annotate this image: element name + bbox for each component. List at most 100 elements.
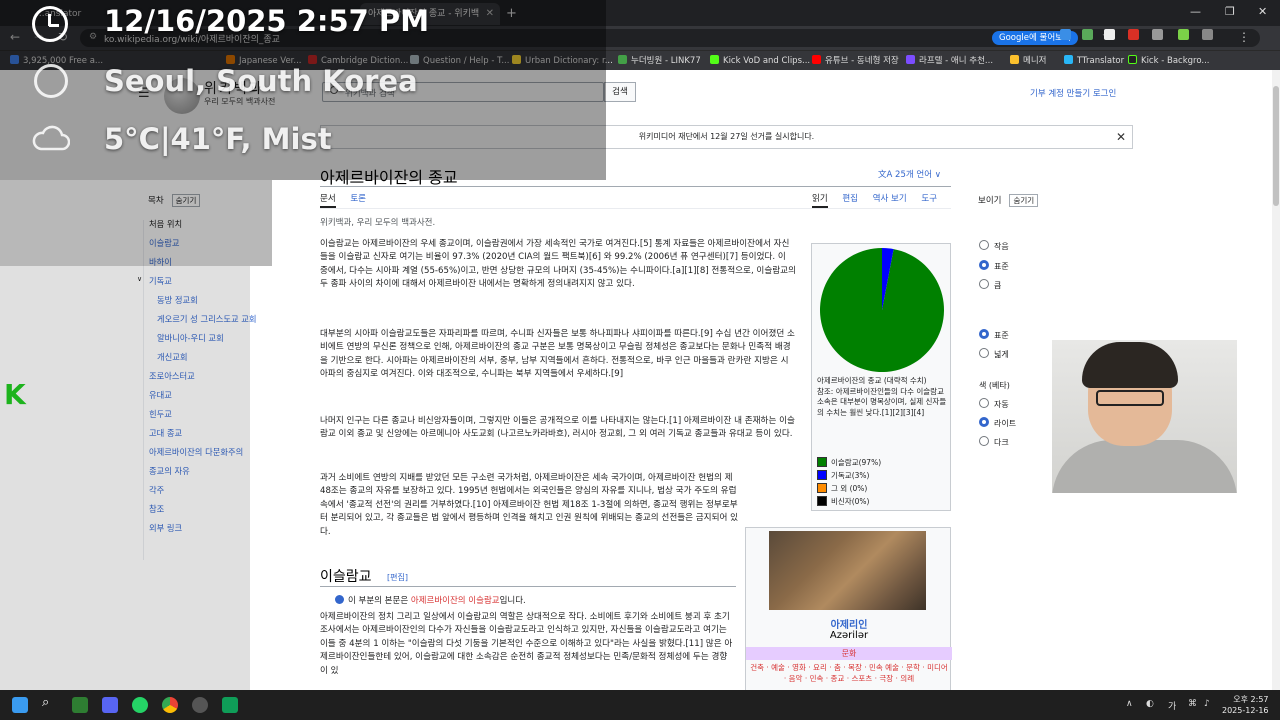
radio-label: 작음 (994, 242, 1009, 251)
minimize-icon[interactable]: — (1190, 5, 1201, 18)
bookmark-item[interactable]: TTranslator (1064, 54, 1124, 68)
infobox-links[interactable]: 건축 · 예술 · 영화 · 요리 · 춤 · 복장 · 민속 예술 · 문학 … (750, 662, 948, 684)
color-dark-radio[interactable] (979, 436, 989, 446)
tab-edit[interactable]: 편집 (842, 194, 858, 204)
legend-swatch (817, 457, 827, 467)
close-window-icon[interactable]: ✕ (1258, 5, 1267, 18)
extension-icon[interactable] (1060, 29, 1071, 40)
menu-icon[interactable]: ⋮ (1238, 30, 1250, 44)
religion-pie-chart (820, 248, 944, 372)
clock-icon (32, 6, 68, 42)
taskbar-clock[interactable]: 오후 2:57 2025-12-16 (1222, 694, 1269, 716)
overlay-location: Seoul, South Korea (104, 64, 418, 98)
infobox-subtitle: Azərilər (829, 630, 869, 641)
appearance-heading: 보이기 숨기기 (978, 194, 1039, 207)
bookmark-favicon-icon (906, 55, 915, 64)
bookmark-item[interactable]: 유튜브 - 동네형 저장 (812, 54, 899, 68)
appearance-hide-button[interactable]: 숨기기 (1009, 194, 1039, 207)
tab-talk[interactable]: 토론 (350, 194, 366, 204)
webcam-body (1052, 440, 1237, 493)
taskbar-date: 2025-12-16 (1222, 706, 1269, 715)
legend-swatch (817, 496, 827, 506)
bookmark-favicon-icon (812, 55, 821, 64)
chrome-icon[interactable] (162, 697, 178, 713)
globe-icon (34, 64, 68, 98)
hatnote-link[interactable]: 아제르바이잔의 이슬람교 (411, 596, 500, 606)
infobox-section[interactable]: 문화 (746, 647, 952, 660)
view-tabs: 읽기 편집 역사 보기 도구 (812, 192, 949, 208)
pie-caption: 아제르바이잔의 종교 (대략적 수치) 참조: 아제르바이잔인들의 다수 이슬람… (817, 376, 947, 418)
extension-icon[interactable] (1152, 29, 1163, 40)
windows-taskbar: ⌕ ∧ ◐ 가 ⌘ ♪ 오후 2:57 2025-12-16 (0, 690, 1280, 720)
title-divider (320, 186, 951, 187)
text-size-standard-radio[interactable] (979, 260, 989, 270)
ime-icon[interactable]: 가 (1168, 699, 1176, 712)
magnifier-icon (335, 595, 344, 604)
section-heading-islam: 이슬람교 (320, 569, 372, 585)
language-button[interactable]: 文A 25개 언어 ∨ (878, 168, 941, 180)
extension-icon[interactable] (1128, 29, 1139, 40)
section-edit-link[interactable]: [편집] (387, 572, 408, 583)
bookmark-item[interactable]: 메니저 (1010, 54, 1046, 68)
infobox-title[interactable]: 아제리인 (746, 616, 952, 631)
start-icon[interactable] (12, 697, 28, 713)
bookmark-item[interactable]: 누더빙원 - LINK77 (618, 54, 701, 68)
bookmark-item[interactable]: Kick - Backgro... (1128, 54, 1210, 68)
tab-read[interactable]: 읽기 (812, 194, 828, 208)
article-paragraph: 대부분의 시아파 이슬람교도들은 자파리파를 따르며, 수니파 신자들은 보통 … (320, 329, 795, 380)
extension-icon[interactable] (1104, 29, 1115, 40)
bookmark-favicon-icon (710, 55, 719, 64)
width-standard-radio[interactable] (979, 329, 989, 339)
radio-label: 큼 (994, 281, 1002, 290)
app-icon[interactable] (222, 697, 238, 713)
tab-tools[interactable]: 도구 (921, 194, 937, 204)
app-icon[interactable] (72, 697, 88, 713)
cloud-icon (32, 125, 70, 151)
scrollbar-thumb[interactable] (1273, 86, 1279, 206)
page-scrollbar[interactable] (1272, 70, 1280, 690)
petroglyph-image[interactable] (769, 531, 926, 610)
section-divider (320, 586, 736, 587)
color-auto-radio[interactable] (979, 398, 989, 408)
radio-label: 라이트 (994, 419, 1017, 428)
tray-chevron-icon[interactable]: ∧ (1126, 699, 1133, 709)
tab-history[interactable]: 역사 보기 (873, 194, 907, 204)
pie-caption-body: 참조: 아제르바이잔인들의 다수 이슬람교 소속은 대부분이 명목상이며, 실제… (817, 386, 947, 417)
extension-icon[interactable] (1178, 29, 1189, 40)
text-size-large-radio[interactable] (979, 279, 989, 289)
bookmark-favicon-icon (618, 55, 627, 64)
azerbaijani-infobox: 아제리인 Azərilər 문화 건축 · 예술 · 영화 · 요리 · 춤 ·… (745, 527, 952, 690)
app-icon[interactable] (192, 697, 208, 713)
bookmark-item[interactable]: 라프텔 - 애니 추천... (906, 54, 993, 68)
extension-icon[interactable] (1082, 29, 1093, 40)
tab-article[interactable]: 문서 (320, 194, 336, 208)
user-links[interactable]: 기부 계정 만들기 로그인 (1030, 87, 1116, 99)
overlay-weather: 5°C|41°F, Mist (104, 122, 332, 156)
legend-item: 비신자(0%) (817, 495, 881, 508)
whatsapp-icon[interactable] (132, 697, 148, 713)
text-size-small-radio[interactable] (979, 240, 989, 250)
volume-icon[interactable]: ♪ (1204, 699, 1210, 709)
webcam-feed (1052, 340, 1237, 493)
network-icon[interactable]: ⌘ (1188, 699, 1197, 709)
article-paragraph: 아제르바이잔의 정치 그리고 일상에서 이슬람교의 역할은 상대적으로 작다. … (320, 612, 733, 676)
bookmark-favicon-icon (1010, 55, 1019, 64)
banner-text[interactable]: 위키미디어 재단에서 12월 27일 선거를 실시합니다. (639, 132, 814, 141)
search-button[interactable]: 검색 (604, 82, 636, 102)
bookmark-favicon-icon (1064, 55, 1073, 64)
stream-dim-overlay (0, 266, 250, 690)
tabs-divider (320, 208, 951, 209)
radio-label: 다크 (994, 438, 1009, 447)
close-banner-icon[interactable]: ✕ (1116, 126, 1126, 148)
color-light-radio[interactable] (979, 417, 989, 427)
tray-icon[interactable]: ◐ (1146, 699, 1154, 709)
extension-icon[interactable] (1202, 29, 1213, 40)
article-paragraph: 나머지 인구는 다른 종교나 비신앙자들이며, 그렇지만 이들은 공개적으로 이… (320, 416, 795, 440)
restore-icon[interactable]: ❐ (1225, 5, 1235, 18)
search-icon[interactable]: ⌕ (42, 695, 58, 711)
legend-item: 기독교(3%) (817, 469, 881, 482)
radio-label: 표준 (994, 262, 1009, 271)
discord-icon[interactable] (102, 697, 118, 713)
bookmark-item[interactable]: Kick VoD and Clips... (710, 54, 810, 68)
width-wide-radio[interactable] (979, 348, 989, 358)
